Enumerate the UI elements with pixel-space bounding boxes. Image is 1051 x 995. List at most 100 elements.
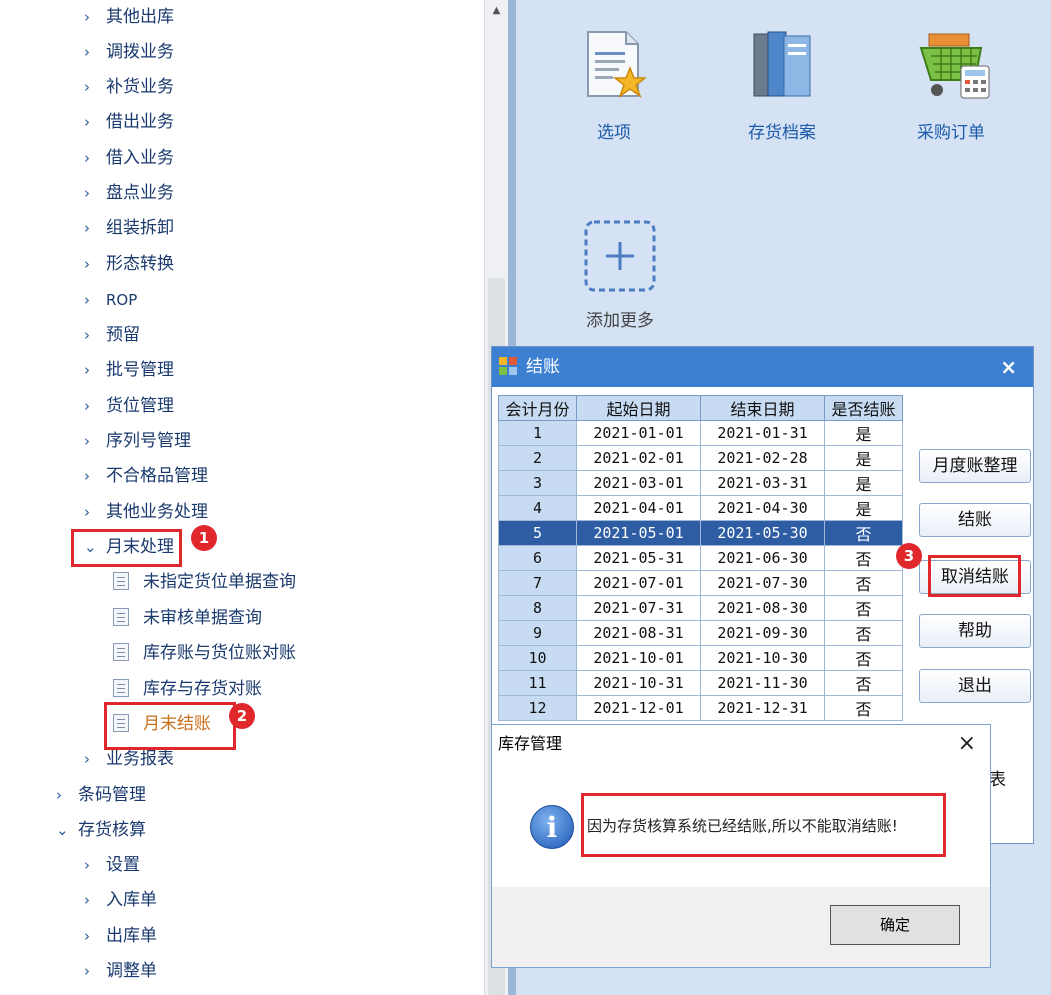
tree-item-form-conversion[interactable]: › 形态转换 — [84, 252, 174, 276]
tree-item-serial[interactable]: › 序列号管理 — [84, 429, 191, 453]
tree-item-rop[interactable]: › ROP — [84, 288, 137, 312]
tree-item-adjustment-doc[interactable]: › 调整单 — [84, 959, 157, 983]
end-date-cell[interactable]: 2021-07-30 — [700, 570, 825, 596]
end-date-cell[interactable]: 2021-04-30 — [700, 495, 825, 521]
tree-item-replenish[interactable]: › 补货业务 — [84, 75, 174, 99]
tile-options[interactable]: 选项 — [549, 28, 679, 143]
end-date-cell[interactable]: 2021-03-31 — [700, 470, 825, 496]
closed-cell[interactable]: 否 — [824, 620, 903, 646]
column-header-end-date[interactable]: 结束日期 — [700, 395, 825, 421]
period-cell[interactable]: 1 — [498, 420, 577, 446]
closed-cell[interactable]: 否 — [824, 695, 903, 721]
period-cell[interactable]: 7 — [498, 570, 577, 596]
closed-cell[interactable]: 否 — [824, 520, 903, 546]
grid-row[interactable]: 10 2021-10-01 2021-10-30 否 — [498, 645, 903, 671]
tree-item-stocktake[interactable]: › 盘点业务 — [84, 181, 174, 205]
grid-row[interactable]: 9 2021-08-31 2021-09-30 否 — [498, 620, 903, 646]
column-header-closed[interactable]: 是否结账 — [824, 395, 903, 421]
end-date-cell[interactable]: 2021-10-30 — [700, 645, 825, 671]
period-cell[interactable]: 12 — [498, 695, 577, 721]
closing-dialog-titlebar[interactable]: 结账 × — [492, 347, 1033, 387]
monthly-tidy-button[interactable]: 月度账整理 — [919, 449, 1031, 483]
tree-item-lend-out[interactable]: › 借出业务 — [84, 110, 174, 134]
tree-item-other-outbound[interactable]: › 其他出库 — [84, 5, 174, 29]
grid-row[interactable]: 8 2021-07-31 2021-08-30 否 — [498, 595, 903, 621]
help-button[interactable]: 帮助 — [919, 614, 1031, 648]
end-date-cell[interactable]: 2021-02-28 — [700, 445, 825, 471]
start-date-cell[interactable]: 2021-05-31 — [576, 545, 701, 571]
tree-leaf-stock-inventory-reconcile[interactable]: 库存与存货对账 — [113, 677, 262, 701]
end-date-cell[interactable]: 2021-01-31 — [700, 420, 825, 446]
closed-cell[interactable]: 是 — [824, 420, 903, 446]
start-date-cell[interactable]: 2021-05-01 — [576, 520, 701, 546]
message-box-titlebar[interactable]: 库存管理 × — [492, 725, 990, 765]
period-cell[interactable]: 11 — [498, 670, 577, 696]
tree-item-barcode[interactable]: › 条码管理 — [56, 783, 146, 807]
close-icon[interactable]: × — [1000, 347, 1017, 387]
start-date-cell[interactable]: 2021-12-01 — [576, 695, 701, 721]
tree-item-nonconforming[interactable]: › 不合格品管理 — [84, 464, 208, 488]
ok-button[interactable]: 确定 — [830, 905, 960, 945]
tree-item-inbound-doc[interactable]: › 入库单 — [84, 888, 157, 912]
start-date-cell[interactable]: 2021-04-01 — [576, 495, 701, 521]
tree-item-borrow-in[interactable]: › 借入业务 — [84, 146, 174, 170]
grid-row[interactable]: 4 2021-04-01 2021-04-30 是 — [498, 495, 903, 521]
tree-item-transfer[interactable]: › 调拨业务 — [84, 40, 174, 64]
period-cell[interactable]: 9 — [498, 620, 577, 646]
start-date-cell[interactable]: 2021-03-01 — [576, 470, 701, 496]
grid-row[interactable]: 2 2021-02-01 2021-02-28 是 — [498, 445, 903, 471]
close-account-button[interactable]: 结账 — [919, 503, 1031, 537]
tree-item-business-reports[interactable]: › 业务报表 — [84, 747, 174, 771]
grid-row[interactable]: 11 2021-10-31 2021-11-30 否 — [498, 670, 903, 696]
closed-cell[interactable]: 否 — [824, 670, 903, 696]
end-date-cell[interactable]: 2021-09-30 — [700, 620, 825, 646]
tree-item-reserve[interactable]: › 预留 — [84, 323, 140, 347]
tree-leaf-stock-location-reconcile[interactable]: 库存账与货位账对账 — [113, 641, 296, 665]
grid-row[interactable]: 1 2021-01-01 2021-01-31 是 — [498, 420, 903, 446]
tree-leaf-unassigned-location-query[interactable]: 未指定货位单据查询 — [113, 570, 296, 594]
scroll-up-arrow-icon[interactable]: ▲ — [485, 0, 508, 22]
tree-leaf-unaudited-query[interactable]: 未审核单据查询 — [113, 606, 262, 630]
period-cell[interactable]: 8 — [498, 595, 577, 621]
closed-cell[interactable]: 是 — [824, 495, 903, 521]
end-date-cell[interactable]: 2021-05-30 — [700, 520, 825, 546]
period-cell[interactable]: 10 — [498, 645, 577, 671]
grid-row[interactable]: 6 2021-05-31 2021-06-30 否 — [498, 545, 903, 571]
end-date-cell[interactable]: 2021-08-30 — [700, 595, 825, 621]
end-date-cell[interactable]: 2021-11-30 — [700, 670, 825, 696]
grid-row[interactable]: 12 2021-12-01 2021-12-31 否 — [498, 695, 903, 721]
tree-item-other-business[interactable]: › 其他业务处理 — [84, 500, 208, 524]
end-date-cell[interactable]: 2021-12-31 — [700, 695, 825, 721]
end-date-cell[interactable]: 2021-06-30 — [700, 545, 825, 571]
period-cell[interactable]: 2 — [498, 445, 577, 471]
tree-item-location[interactable]: › 货位管理 — [84, 394, 174, 418]
tree-item-outbound-doc[interactable]: › 出库单 — [84, 924, 157, 948]
column-header-period[interactable]: 会计月份 — [498, 395, 577, 421]
period-cell[interactable]: 6 — [498, 545, 577, 571]
closed-cell[interactable]: 是 — [824, 445, 903, 471]
tile-purchase-order[interactable]: 采购订单 — [886, 28, 1016, 143]
tree-item-batch[interactable]: › 批号管理 — [84, 358, 174, 382]
start-date-cell[interactable]: 2021-10-31 — [576, 670, 701, 696]
closed-cell[interactable]: 否 — [824, 545, 903, 571]
closed-cell[interactable]: 否 — [824, 595, 903, 621]
grid-row[interactable]: 5 2021-05-01 2021-05-30 否 — [498, 520, 903, 546]
column-header-start-date[interactable]: 起始日期 — [576, 395, 701, 421]
start-date-cell[interactable]: 2021-01-01 — [576, 420, 701, 446]
grid-row[interactable]: 3 2021-03-01 2021-03-31 是 — [498, 470, 903, 496]
start-date-cell[interactable]: 2021-07-01 — [576, 570, 701, 596]
exit-button[interactable]: 退出 — [919, 669, 1031, 703]
tree-item-settings[interactable]: › 设置 — [84, 853, 140, 877]
start-date-cell[interactable]: 2021-02-01 — [576, 445, 701, 471]
start-date-cell[interactable]: 2021-08-31 — [576, 620, 701, 646]
tree-item-inventory-accounting[interactable]: ⌄ 存货核算 — [56, 818, 146, 842]
start-date-cell[interactable]: 2021-07-31 — [576, 595, 701, 621]
close-icon[interactable]: × — [958, 725, 976, 763]
start-date-cell[interactable]: 2021-10-01 — [576, 645, 701, 671]
tree-item-assembly[interactable]: › 组装拆卸 — [84, 216, 174, 240]
closed-cell[interactable]: 否 — [824, 645, 903, 671]
period-cell[interactable]: 4 — [498, 495, 577, 521]
closing-period-grid[interactable]: 会计月份 起始日期 结束日期 是否结账 1 2021-01-01 2021-01-3… — [498, 395, 903, 721]
period-cell[interactable]: 3 — [498, 470, 577, 496]
tile-add-more[interactable]: 添加更多 — [555, 220, 685, 331]
